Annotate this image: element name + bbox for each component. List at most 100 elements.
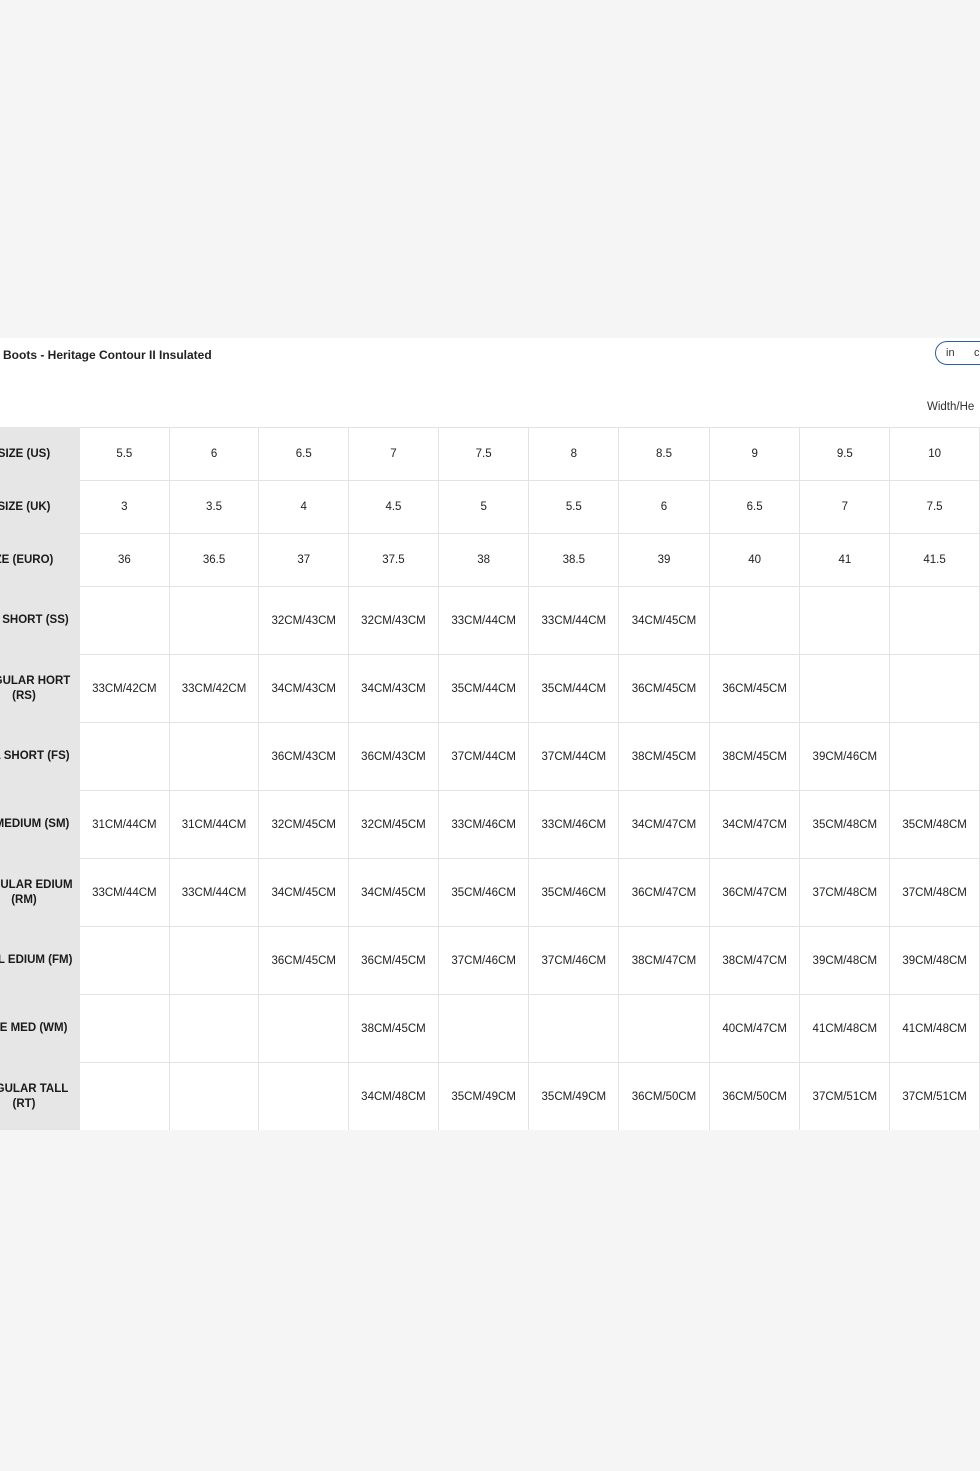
row-header-label: REGULAR TALL (RT): [0, 1082, 69, 1110]
table-cell: 35CM/48CM: [799, 790, 891, 859]
table-cell: [168, 926, 260, 995]
table-cell: 39: [618, 533, 710, 587]
table-cell: 9: [708, 427, 801, 481]
row-header-label: ZE (EURO): [0, 553, 54, 566]
table-cell: 35CM/46CM: [437, 858, 530, 927]
table-cell: [528, 994, 620, 1063]
table-cell: 40CM/47CM: [708, 994, 801, 1063]
table-cell: [708, 586, 801, 655]
table-cell: [79, 994, 170, 1063]
table-cell: 35CM/49CM: [528, 1062, 620, 1130]
table-cell: 33CM/44CM: [168, 858, 260, 927]
table-cell: 4: [258, 480, 350, 534]
table-cell: [168, 722, 260, 791]
table-cell: 5: [437, 480, 530, 534]
table-cell: 31CM/44CM: [79, 790, 170, 859]
table-row: REGULAR EDIUM (RM)33CM/44CM33CM/44CM34CM…: [0, 858, 980, 927]
row-header: IM MEDIUM (SM): [0, 790, 80, 859]
table-cell: 37CM/51CM: [799, 1062, 891, 1130]
row-header-label: VIDE MED (WM): [0, 1022, 68, 1034]
unit-toggle[interactable]: in c: [935, 341, 980, 365]
table-cell: 35CM/48CM: [889, 790, 980, 859]
row-header: REGULAR EDIUM (RM): [0, 858, 80, 927]
table-cell: 36CM/43CM: [258, 722, 350, 791]
table-cell: 33CM/46CM: [528, 790, 620, 859]
table-cell: 32CM/45CM: [258, 790, 350, 859]
table-cell: 32CM/45CM: [348, 790, 439, 859]
table-cell: 33CM/42CM: [79, 654, 170, 723]
table-cell: 39CM/48CM: [889, 926, 980, 995]
table-cell: 38CM/47CM: [708, 926, 801, 995]
row-header: SIZE (UK): [0, 480, 80, 534]
chart-title: ll Boots - Heritage Contour II Insulated: [0, 348, 212, 362]
table-cell: [618, 994, 710, 1063]
table-cell: 34CM/45CM: [618, 586, 710, 655]
table-cell: 36CM/47CM: [708, 858, 801, 927]
table-row: REGULAR HORT (RS)33CM/42CM33CM/42CM34CM/…: [0, 654, 980, 723]
table-cell: 39CM/46CM: [799, 722, 891, 791]
table-cell: 9.5: [799, 427, 891, 481]
table-cell: 35CM/44CM: [528, 654, 620, 723]
table-cell: 37CM/44CM: [437, 722, 530, 791]
table-row: SIZE (US) 5.5 6 6.5 7 7.5 8 8.5 9 9.5 10: [0, 427, 980, 481]
table-cell: [799, 586, 891, 655]
table-cell: 3.5: [168, 480, 260, 534]
table-cell: 7.5: [437, 427, 530, 481]
table-cell: 40: [708, 533, 801, 587]
unit-option-cm[interactable]: c: [974, 347, 980, 359]
table-cell: 34CM/45CM: [258, 858, 350, 927]
row-header-label: LIM SHORT (SS): [0, 614, 69, 626]
table-cell: 36CM/47CM: [618, 858, 710, 927]
table-cell: 36CM/50CM: [618, 1062, 710, 1130]
table-cell: [168, 994, 260, 1063]
table-row: ZE (EURO) 36 36.5 37 37.5 38 38.5 39 40 41 41.5: [0, 533, 980, 587]
table-cell: 38.5: [528, 533, 620, 587]
row-header-label: REGULAR HORT (RS): [0, 674, 71, 702]
table-cell: 36CM/45CM: [258, 926, 350, 995]
table-cell: 37.5: [348, 533, 439, 587]
table-cell: 8.5: [618, 427, 710, 481]
table-cell: 33CM/44CM: [528, 586, 620, 655]
table-cell: 36CM/45CM: [618, 654, 710, 723]
row-header: REGULAR TALL (RT): [0, 1062, 80, 1130]
table-row: REGULAR TALL (RT)34CM/48CM35CM/49CM35CM/…: [0, 1062, 980, 1130]
table-cell: 35CM/46CM: [528, 858, 620, 927]
table-cell: 6.5: [258, 427, 350, 481]
table-cell: [168, 1062, 260, 1130]
table-cell: [258, 1062, 350, 1130]
table-cell: 7: [799, 480, 891, 534]
table-cell: 34CM/47CM: [618, 790, 710, 859]
row-header: ULL SHORT (FS): [0, 722, 80, 791]
table-row: LIM SHORT (SS)32CM/43CM32CM/43CM33CM/44C…: [0, 586, 980, 655]
table-cell: [437, 994, 530, 1063]
table-cell: [889, 654, 980, 723]
table-cell: 6: [168, 427, 260, 481]
table-cell: [79, 586, 170, 655]
table-cell: [889, 586, 980, 655]
table-cell: 38CM/47CM: [618, 926, 710, 995]
table-cell: 3: [79, 480, 170, 534]
table-row: IM MEDIUM (SM)31CM/44CM31CM/44CM32CM/45C…: [0, 790, 980, 859]
row-header-label: SIZE (UK): [0, 500, 51, 513]
unit-option-in[interactable]: in: [946, 347, 955, 359]
table-cell: 36.5: [168, 533, 260, 587]
table-cell: 35CM/44CM: [437, 654, 530, 723]
row-header-label: FULL EDIUM (FM): [0, 954, 73, 966]
table-cell: 34CM/43CM: [258, 654, 350, 723]
table-cell: [889, 722, 980, 791]
table-cell: [79, 1062, 170, 1130]
row-header: VIDE MED (WM): [0, 994, 80, 1063]
row-header: FULL EDIUM (FM): [0, 926, 80, 995]
table-cell: 39CM/48CM: [799, 926, 891, 995]
table-cell: 33CM/46CM: [437, 790, 530, 859]
table-cell: 38CM/45CM: [348, 994, 439, 1063]
table-cell: 34CM/48CM: [348, 1062, 439, 1130]
row-header: ZE (EURO): [0, 533, 80, 587]
row-header: SIZE (US): [0, 427, 80, 481]
table-row: SIZE (UK) 3 3.5 4 4.5 5 5.5 6 6.5 7 7.5: [0, 480, 980, 534]
table-cell: 36CM/43CM: [348, 722, 439, 791]
table-cell: 38CM/45CM: [618, 722, 710, 791]
row-header-label: ULL SHORT (FS): [0, 750, 70, 762]
table-cell: 36: [79, 533, 170, 587]
table-cell: 36CM/45CM: [708, 654, 801, 723]
